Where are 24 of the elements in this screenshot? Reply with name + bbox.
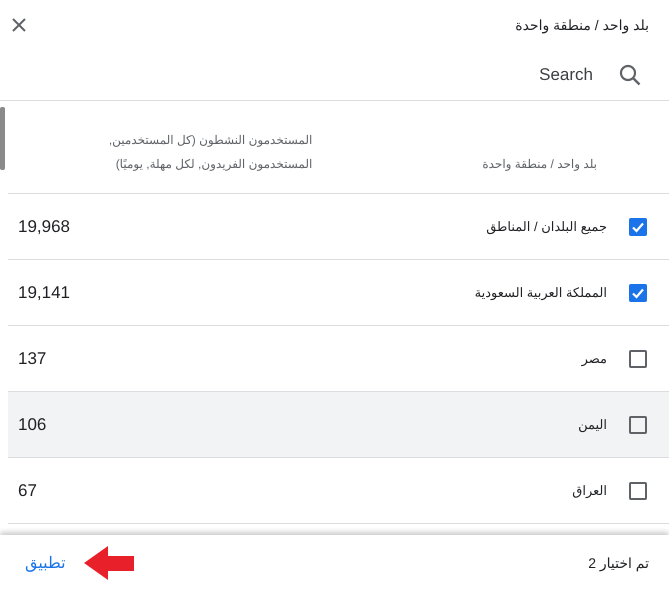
country-name: اليمن [578,416,607,432]
column-header: بلد واحد / منطقة واحدة [482,156,597,173]
user-count: 19,968 [18,216,70,236]
user-count: 67 [18,480,37,500]
checkbox[interactable] [629,218,647,236]
search-icon[interactable] [619,64,641,86]
close-icon[interactable] [12,18,26,32]
selection-count: تم اختيار 2 [588,554,649,572]
user-count: 19,141 [18,282,70,302]
country-name: مصر [582,350,607,366]
checkbox[interactable] [629,482,647,500]
checkbox[interactable] [629,350,647,368]
checkbox[interactable] [629,416,647,434]
column-header: المستخدمون النشطون (كل المستخدمين, المستخدمون الفريدون, لكل مهلة, يوميًا) [108,132,312,173]
country-name: المملكة العربية السعودية [474,284,607,300]
arrow-icon [84,546,134,580]
scroll-indicator [0,107,5,170]
user-count: 137 [18,348,46,368]
dialog-title: بلد واحد / منطقة واحدة [515,16,649,34]
country-name: العراق [572,482,607,498]
checkbox[interactable] [629,284,647,302]
apply-link[interactable]: تطبيق [25,553,66,573]
country-name: جميع البلدان / المناطق [486,218,607,234]
user-count: 106 [18,414,46,434]
